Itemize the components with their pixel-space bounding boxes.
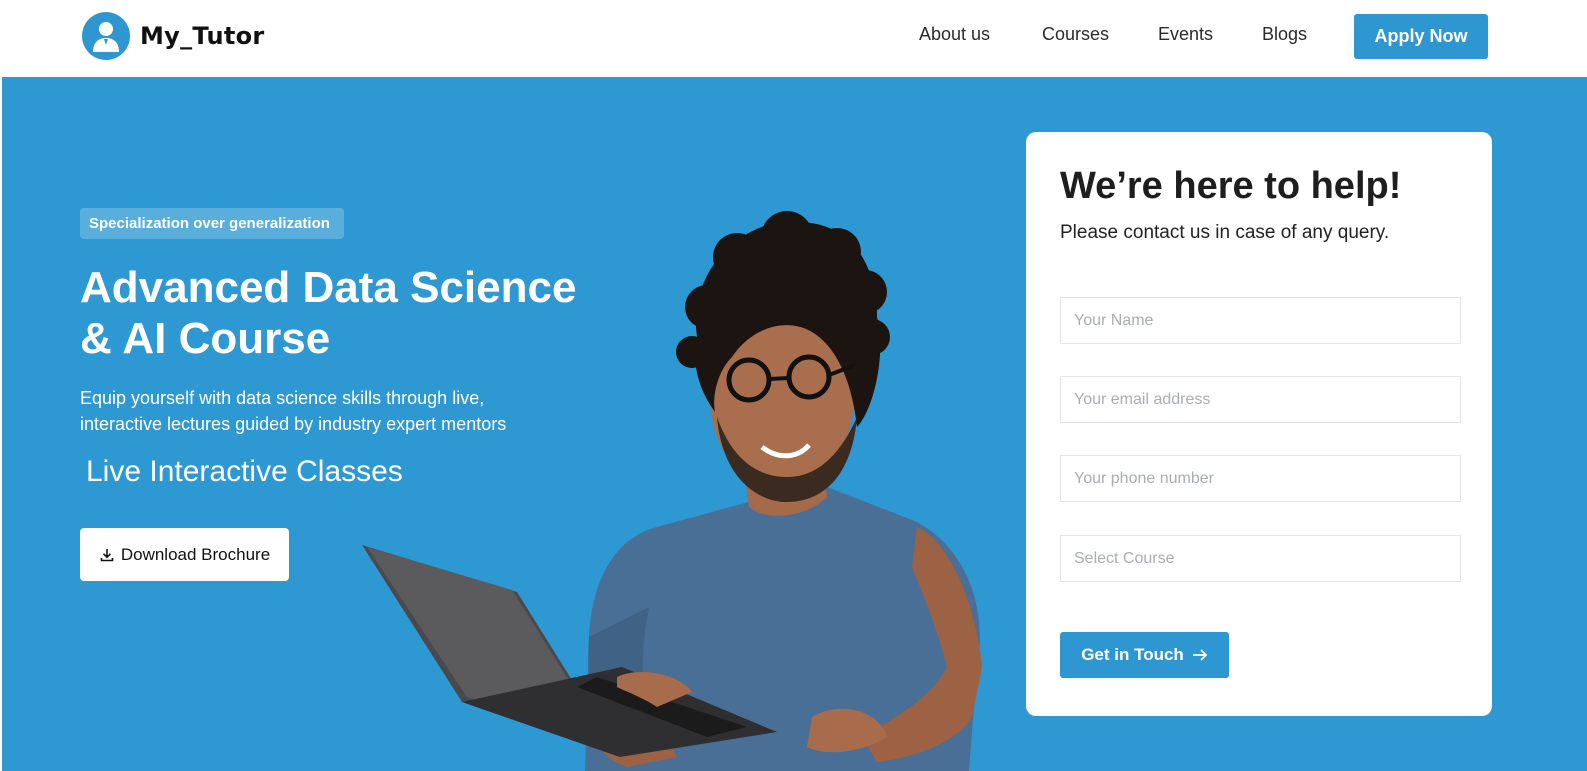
contact-form-card: We’re here to help! Please contact us in… [1026, 132, 1492, 716]
brand-logo[interactable]: My_Tutor [82, 12, 265, 60]
nav-courses[interactable]: Courses [1042, 24, 1109, 45]
site-header: My_Tutor About us Courses Events Blogs A… [0, 0, 1587, 77]
tagline-badge: Specialization over generalization [80, 208, 344, 239]
course-select[interactable]: Select Course [1060, 535, 1461, 582]
phone-input[interactable] [1060, 455, 1461, 502]
user-avatar-icon [82, 12, 130, 60]
email-input[interactable] [1060, 376, 1461, 423]
contact-subtitle: Please contact us in case of any query. [1060, 222, 1390, 243]
brand-name: My_Tutor [140, 22, 265, 50]
live-classes-text: Live Interactive Classes [86, 455, 403, 488]
arrow-right-icon [1192, 649, 1208, 661]
course-select-placeholder: Select Course [1074, 549, 1175, 567]
tagline-text: Specialization over generalization [89, 215, 330, 232]
download-icon [100, 548, 114, 561]
student-with-laptop-image [362, 211, 982, 771]
name-input[interactable] [1060, 297, 1461, 344]
hero-section: Specialization over generalization Advan… [2, 77, 1587, 771]
download-brochure-button[interactable]: Download Brochure [80, 528, 289, 581]
apply-now-button[interactable]: Apply Now [1354, 14, 1488, 59]
nav-events[interactable]: Events [1158, 24, 1213, 45]
hero-title-line2: & AI Course [80, 314, 331, 363]
nav-about-us[interactable]: About us [919, 24, 990, 45]
get-in-touch-label: Get in Touch [1081, 645, 1184, 664]
nav-blogs[interactable]: Blogs [1262, 24, 1307, 45]
get-in-touch-button[interactable]: Get in Touch [1060, 632, 1229, 678]
contact-title: We’re here to help! [1060, 165, 1402, 207]
download-brochure-label: Download Brochure [120, 544, 271, 564]
